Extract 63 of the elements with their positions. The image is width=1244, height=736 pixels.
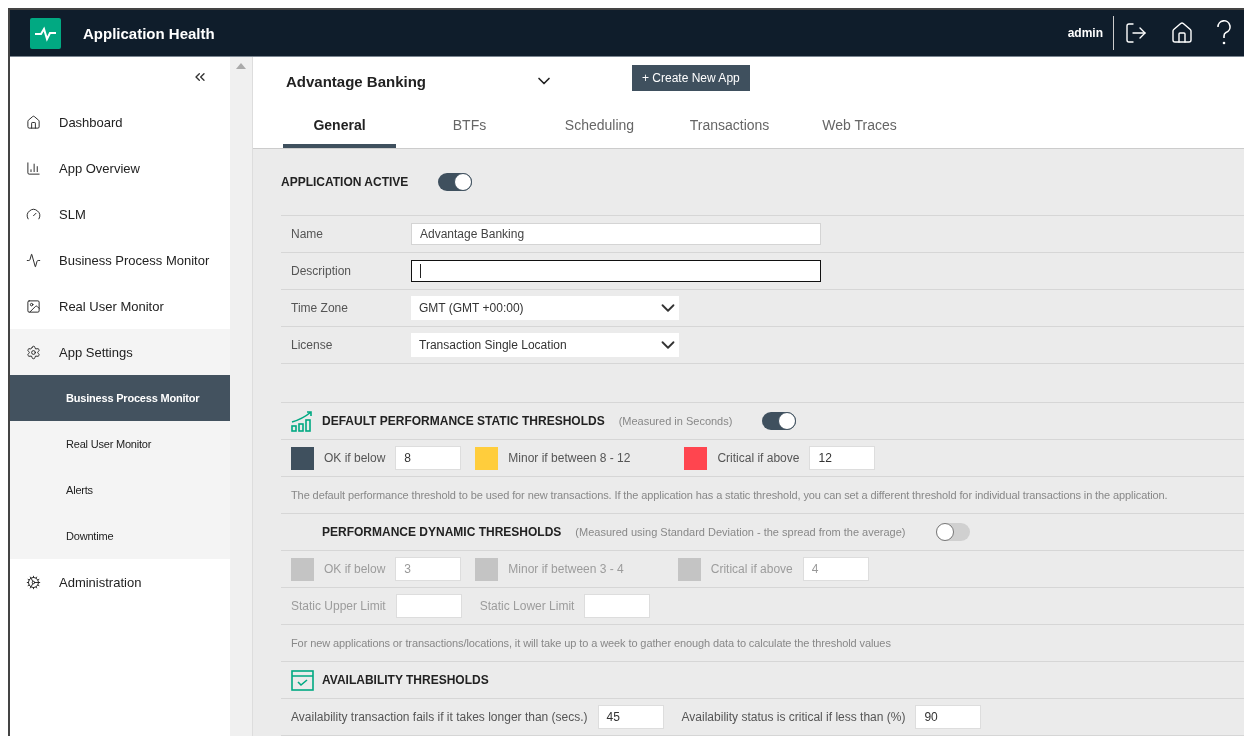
sidebar-icon (26, 252, 41, 268)
description-text: For new applications or transactions/locations, it will take up to a week to gather enough data to calculate the threshold values (291, 637, 891, 649)
color-swatch (677, 557, 701, 581)
number-input[interactable]: 45 (597, 705, 664, 729)
field-label: License (291, 338, 334, 352)
section-note: (Measured in Seconds) (618, 415, 733, 427)
logout-icon[interactable] (1124, 21, 1148, 45)
user-name[interactable]: admin (1067, 16, 1114, 50)
field-label: Availability transaction fails if it takes longer than (secs.) (291, 710, 588, 724)
limit-label: Static Upper Limit (291, 599, 386, 613)
tab[interactable]: Transactions (673, 105, 786, 148)
field-label: Availability status is critical if less than (%) (681, 710, 906, 724)
threshold-input[interactable]: 12 (809, 446, 876, 470)
section-title: DEFAULT PERFORMANCE STATIC THRESHOLDS (322, 414, 605, 428)
threshold-label: Minor if between 3 - 4 (508, 562, 624, 576)
text-field[interactable]: Advantage Banking (411, 223, 821, 245)
tab[interactable]: Web Traces (803, 105, 916, 148)
sidebar-icon (26, 344, 41, 360)
tab[interactable]: BTFs (413, 105, 526, 148)
text-field[interactable] (411, 260, 821, 282)
sidebar-item[interactable]: App Settings (10, 329, 230, 375)
color-swatch (475, 557, 499, 581)
calendar-check-icon (291, 669, 314, 691)
limit-input[interactable] (395, 594, 462, 618)
field-label: Name (291, 227, 324, 241)
field-label: Description (291, 264, 353, 278)
dropdown-field[interactable]: GMT (GMT +00:00) (411, 296, 679, 320)
sidebar-icon (26, 574, 41, 590)
sidebar-icon (26, 206, 41, 222)
threshold-label: Minor if between 8 - 12 (508, 451, 631, 465)
threshold-label: Critical if above (717, 451, 800, 465)
threshold-label: OK if below (324, 451, 386, 465)
section-note: (Measured using Standard Deviation - the spread from the average) (575, 526, 906, 538)
section-title: APPLICATION ACTIVE (281, 175, 409, 189)
threshold-label: Critical if above (710, 562, 793, 576)
chart-up-icon (291, 410, 314, 432)
toggle-switch[interactable] (762, 412, 797, 430)
tab[interactable]: Scheduling (543, 105, 656, 148)
pulse-logo-icon (30, 17, 61, 49)
color-swatch (291, 557, 314, 581)
section-title: PERFORMANCE DYNAMIC THRESHOLDS (322, 525, 562, 539)
dropdown-field[interactable]: Transaction Single Location (411, 333, 679, 357)
sidebar-subitem[interactable]: Downtime (10, 513, 230, 559)
sidebar-subitem[interactable]: Alerts (10, 467, 230, 513)
help-icon[interactable] (1216, 20, 1232, 46)
field-label: Time Zone (291, 301, 349, 315)
number-input[interactable]: 90 (915, 705, 982, 729)
app-title: Application Health (83, 24, 216, 42)
limit-input[interactable] (584, 594, 651, 618)
threshold-input[interactable]: 8 (395, 446, 462, 470)
description-text: The default performance threshold to be used for new transactions. If the application has a static threshold, you can set a different threshold for individual transactions in the application. (291, 489, 1168, 501)
sidebar-icon (26, 114, 41, 130)
home-icon[interactable] (1170, 21, 1194, 45)
limit-label: Static Lower Limit (479, 599, 575, 613)
threshold-label: OK if below (324, 562, 386, 576)
sidebar-subitem[interactable]: Real User Monitor (10, 421, 230, 467)
sidebar-icon (26, 298, 41, 314)
sidebar-icon (26, 160, 41, 176)
toggle-switch[interactable] (438, 173, 473, 191)
sidebar-subitem[interactable]: Business Process Monitor (10, 375, 230, 421)
create-app-button[interactable]: + Create New App (632, 65, 750, 91)
app-selector[interactable]: Advantage Banking (286, 71, 554, 91)
section-title: AVAILABILITY THRESHOLDS (322, 673, 489, 687)
